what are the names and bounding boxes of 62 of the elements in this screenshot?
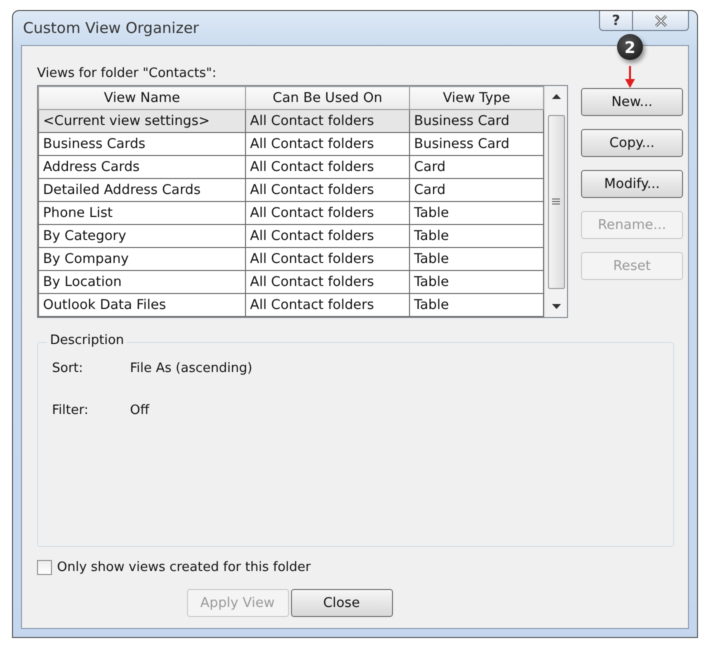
action-button[interactable]: Modify... xyxy=(581,170,683,198)
help-button[interactable]: ? xyxy=(599,11,633,31)
table-cell: All Contact folders xyxy=(246,110,410,132)
table-cell: All Contact folders xyxy=(246,202,410,224)
column-header[interactable]: Can Be Used On xyxy=(246,86,410,110)
grip-icon xyxy=(552,198,560,205)
close-icon xyxy=(652,14,668,26)
table-row[interactable]: Business Cards All Contact folders Business Card xyxy=(38,132,544,156)
dialog-button[interactable]: Close xyxy=(290,589,392,617)
column-header[interactable]: View Type xyxy=(410,86,544,110)
table-cell: Table xyxy=(410,224,544,248)
field-label: Sort: xyxy=(52,361,84,376)
action-button[interactable]: New... xyxy=(581,88,683,116)
table-cell: Business Cards xyxy=(38,132,246,156)
table-cell: By Category xyxy=(38,224,246,248)
scroll-up-icon[interactable] xyxy=(552,94,560,99)
table-cell: Outlook Data Files xyxy=(38,294,246,316)
scrollbar[interactable] xyxy=(544,86,567,317)
table-cell: All Contact folders xyxy=(246,294,410,316)
step-badge: 2 xyxy=(617,34,643,60)
window-title: Custom View Organizer xyxy=(22,18,199,37)
table-row[interactable]: Detailed Address Cards All Contact folders Card xyxy=(38,178,544,202)
close-button[interactable] xyxy=(633,11,689,31)
table-cell: Table xyxy=(410,202,544,224)
table-cell: By Location xyxy=(38,270,246,294)
views-label: Views for folder "Contacts": xyxy=(37,66,216,81)
table-row[interactable]: By Location All Contact folders Table xyxy=(38,270,544,294)
arrow-icon xyxy=(625,66,635,88)
field-label: Filter: xyxy=(52,403,90,418)
table-row[interactable]: Phone List All Contact folders Table xyxy=(38,202,544,224)
checkbox[interactable] xyxy=(37,560,52,575)
scroll-down-icon[interactable] xyxy=(552,304,560,309)
table-row[interactable]: Outlook Data Files All Contact folders Table xyxy=(38,294,544,316)
table-cell: Table xyxy=(410,248,544,270)
table-cell: Phone List xyxy=(38,202,246,224)
table-row[interactable]: Address Cards All Contact folders Card xyxy=(38,156,544,178)
table-row[interactable]: By Category All Contact folders Table xyxy=(38,224,544,248)
table-cell: By Company xyxy=(38,248,246,270)
table-cell: All Contact folders xyxy=(246,178,410,202)
table-cell: All Contact folders xyxy=(246,224,410,248)
group-title: Description xyxy=(47,333,128,348)
table-cell: Card xyxy=(410,178,544,202)
column-header[interactable]: View Name xyxy=(38,86,246,110)
table-cell: <Current view settings> xyxy=(38,110,246,132)
field-value: Off xyxy=(130,403,150,418)
table-cell: Address Cards xyxy=(38,156,246,178)
table-cell: All Contact folders xyxy=(246,156,410,178)
table-cell: Card xyxy=(410,156,544,178)
table-cell: Table xyxy=(410,294,544,316)
table-cell: Business Card xyxy=(410,110,544,132)
table-cell: Table xyxy=(410,270,544,294)
action-button[interactable]: Copy... xyxy=(581,129,683,157)
table-cell: All Contact folders xyxy=(246,132,410,156)
checkbox-label[interactable]: Only show views created for this folder xyxy=(57,560,311,575)
table-cell: All Contact folders xyxy=(246,270,410,294)
field-value: File As (ascending) xyxy=(130,361,252,376)
table-cell: Detailed Address Cards xyxy=(38,178,246,202)
table-cell: Business Card xyxy=(410,132,544,156)
table-row[interactable]: <Current view settings> All Contact folders Business Card xyxy=(38,110,544,132)
table-row[interactable]: By Company All Contact folders Table xyxy=(38,248,544,270)
table-cell: All Contact folders xyxy=(246,248,410,270)
scroll-thumb[interactable] xyxy=(548,114,564,288)
